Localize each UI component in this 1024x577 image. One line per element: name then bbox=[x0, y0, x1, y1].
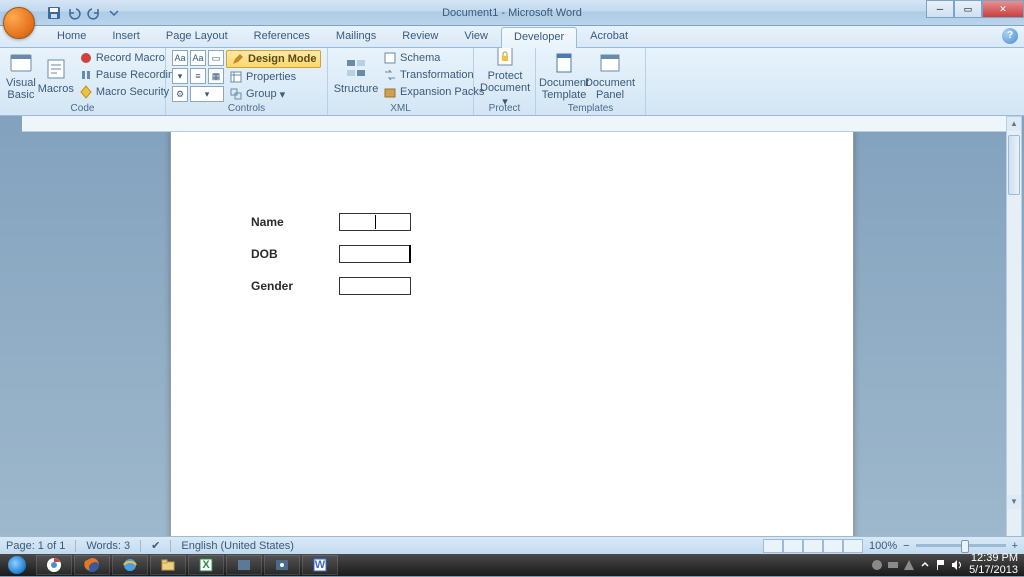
plain-text-control-icon[interactable]: Aa bbox=[190, 50, 206, 66]
document-template-label: Document Template bbox=[539, 77, 589, 101]
text-cursor-icon bbox=[375, 215, 376, 229]
view-full-screen-icon[interactable] bbox=[783, 539, 803, 553]
form-field-dob[interactable] bbox=[339, 245, 411, 263]
tab-developer[interactable]: Developer bbox=[501, 27, 577, 48]
scroll-down-icon[interactable]: ▼ bbox=[1007, 495, 1021, 509]
taskbar-chrome-icon[interactable] bbox=[36, 555, 72, 575]
form-label-name: Name bbox=[251, 215, 339, 229]
legacy-tools-icon[interactable]: ⚙ bbox=[172, 86, 188, 102]
zoom-in-button[interactable]: + bbox=[1012, 540, 1018, 552]
structure-label: Structure bbox=[334, 83, 379, 95]
tray-date[interactable]: 5/17/2013 bbox=[969, 565, 1018, 577]
maximize-button[interactable]: ▭ bbox=[954, 0, 982, 18]
tab-acrobat[interactable]: Acrobat bbox=[577, 26, 641, 47]
document-page[interactable]: Name DOB Gender bbox=[170, 132, 854, 538]
form-label-dob: DOB bbox=[251, 247, 339, 261]
protect-document-label: Protect Document bbox=[480, 70, 530, 94]
horizontal-ruler[interactable] bbox=[22, 116, 1008, 132]
scroll-up-icon[interactable]: ▲ bbox=[1007, 117, 1021, 131]
taskbar-excel-icon[interactable]: X bbox=[188, 555, 224, 575]
taskbar-app2-icon[interactable] bbox=[264, 555, 300, 575]
dropdown-list-control-icon[interactable]: ≡ bbox=[190, 68, 206, 84]
qat-redo-icon[interactable] bbox=[86, 5, 102, 21]
status-language[interactable]: English (United States) bbox=[181, 540, 294, 552]
tab-references[interactable]: References bbox=[241, 26, 323, 47]
tab-view[interactable]: View bbox=[451, 26, 501, 47]
date-picker-control-icon[interactable]: ▦ bbox=[208, 68, 224, 84]
status-proofing-icon[interactable]: ✔ bbox=[151, 539, 160, 552]
view-web-layout-icon[interactable] bbox=[803, 539, 823, 553]
qat-undo-icon[interactable] bbox=[66, 5, 82, 21]
tab-review[interactable]: Review bbox=[389, 26, 451, 47]
legacy-tools-dropdown-icon[interactable]: ▾ bbox=[190, 86, 224, 102]
tray-icon-1[interactable] bbox=[871, 559, 883, 571]
taskbar-word-icon[interactable]: W bbox=[302, 555, 338, 575]
status-page[interactable]: Page: 1 of 1 bbox=[6, 540, 65, 552]
minimize-button[interactable]: ─ bbox=[926, 0, 954, 18]
document-panel-label: Document Panel bbox=[585, 77, 635, 101]
combo-box-control-icon[interactable]: ▾ bbox=[172, 68, 188, 84]
view-draft-icon[interactable] bbox=[843, 539, 863, 553]
status-words[interactable]: Words: 3 bbox=[86, 540, 130, 552]
qat-dropdown-icon[interactable] bbox=[106, 5, 122, 21]
view-print-layout-icon[interactable] bbox=[763, 539, 783, 553]
visual-basic-button[interactable]: Visual Basic bbox=[6, 50, 36, 102]
group-label-templates: Templates bbox=[542, 102, 639, 115]
form-label-gender: Gender bbox=[251, 279, 339, 293]
document-template-button[interactable]: Document Template bbox=[542, 50, 586, 102]
scroll-thumb[interactable] bbox=[1008, 135, 1020, 195]
qat-save-icon[interactable] bbox=[46, 5, 62, 21]
taskbar-app1-icon[interactable] bbox=[226, 555, 262, 575]
group-button[interactable]: Group ▾ bbox=[226, 86, 321, 102]
start-button[interactable] bbox=[0, 554, 34, 576]
form-field-name[interactable] bbox=[339, 213, 411, 231]
tab-insert[interactable]: Insert bbox=[99, 26, 153, 47]
expansion-packs-button[interactable]: Expansion Packs bbox=[380, 84, 487, 100]
group-label-controls: Controls bbox=[172, 102, 321, 115]
zoom-slider[interactable] bbox=[916, 544, 1006, 547]
tray-icon-3[interactable] bbox=[903, 559, 915, 571]
tab-page-layout[interactable]: Page Layout bbox=[153, 26, 241, 47]
rich-text-control-icon[interactable]: Aa bbox=[172, 50, 188, 66]
tray-flag-icon[interactable] bbox=[935, 559, 947, 571]
document-panel-button[interactable]: Document Panel bbox=[588, 50, 632, 102]
transformation-button[interactable]: Transformation bbox=[380, 67, 487, 83]
tab-mailings[interactable]: Mailings bbox=[323, 26, 389, 47]
group-label-protect: Protect bbox=[480, 102, 529, 115]
tray-icon-2[interactable] bbox=[887, 559, 899, 571]
macros-button[interactable]: Macros bbox=[38, 50, 74, 102]
tab-home[interactable]: Home bbox=[44, 26, 99, 47]
visual-basic-label: Visual Basic bbox=[6, 77, 36, 101]
structure-button[interactable]: Structure bbox=[334, 50, 378, 102]
schema-button[interactable]: Schema bbox=[380, 50, 487, 66]
protect-document-button[interactable]: Protect Document ▾ bbox=[480, 50, 530, 102]
svg-text:W: W bbox=[315, 559, 326, 571]
design-mode-button[interactable]: Design Mode bbox=[226, 50, 321, 68]
close-button[interactable]: ✕ bbox=[982, 0, 1024, 18]
taskbar-firefox-icon[interactable] bbox=[74, 555, 110, 575]
tray-show-hidden-icon[interactable] bbox=[919, 559, 931, 571]
help-icon[interactable]: ? bbox=[1002, 28, 1018, 44]
svg-text:X: X bbox=[202, 559, 210, 571]
taskbar-explorer-icon[interactable] bbox=[150, 555, 186, 575]
properties-button[interactable]: Properties bbox=[226, 69, 321, 85]
zoom-out-button[interactable]: − bbox=[903, 540, 909, 552]
macros-label: Macros bbox=[38, 83, 74, 95]
tray-volume-icon[interactable] bbox=[951, 559, 963, 571]
zoom-value[interactable]: 100% bbox=[869, 540, 897, 552]
taskbar-ie-icon[interactable] bbox=[112, 555, 148, 575]
view-outline-icon[interactable] bbox=[823, 539, 843, 553]
group-label-xml: XML bbox=[334, 102, 467, 115]
form-field-gender[interactable] bbox=[339, 277, 411, 295]
vertical-scrollbar[interactable]: ▲ ▼ bbox=[1006, 116, 1022, 538]
group-label-code: Code bbox=[6, 102, 159, 115]
office-button[interactable] bbox=[0, 0, 38, 26]
window-title: Document1 - Microsoft Word bbox=[442, 7, 582, 19]
picture-control-icon[interactable]: ▭ bbox=[208, 50, 224, 66]
